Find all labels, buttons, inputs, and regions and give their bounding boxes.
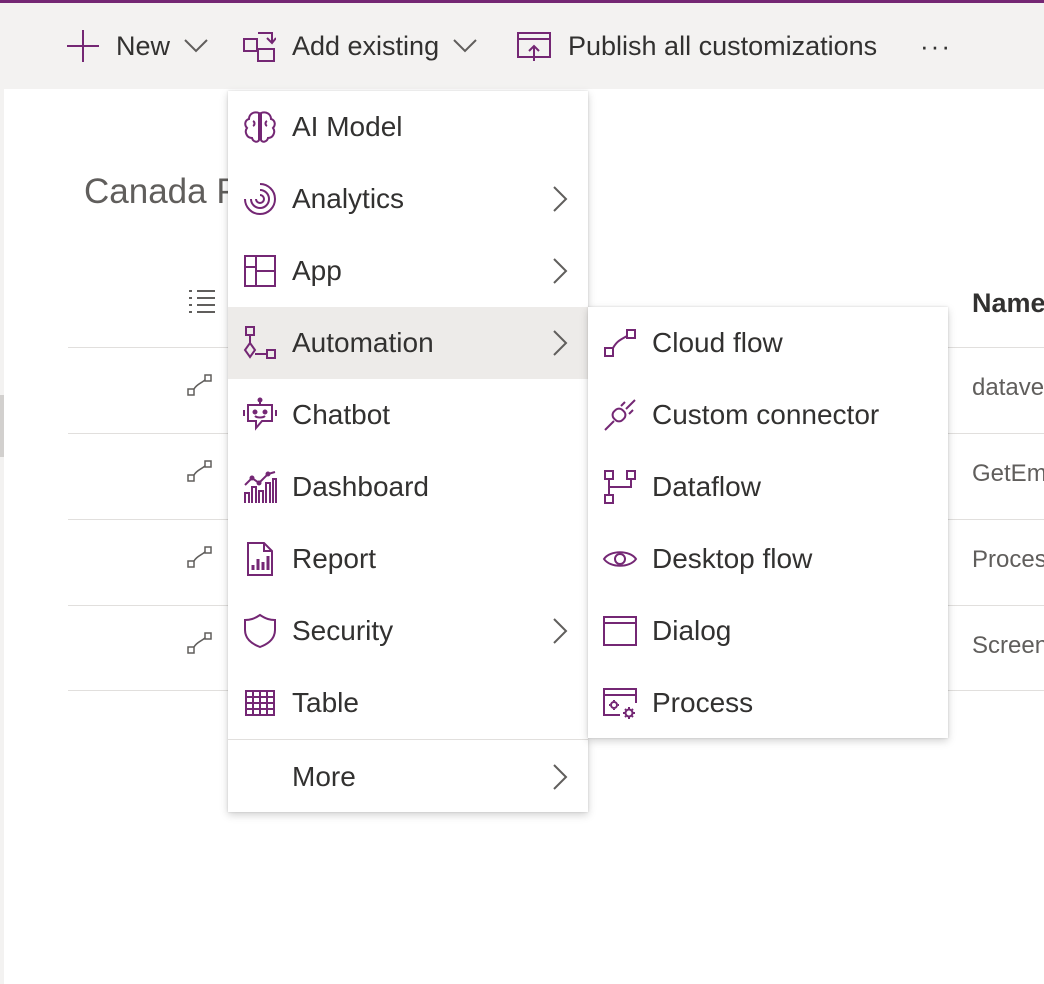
menu-item-ai-model[interactable]: AI Model bbox=[228, 91, 588, 163]
menu-item-label: AI Model bbox=[292, 111, 403, 142]
chevron-down-icon[interactable] bbox=[184, 39, 208, 53]
new-button[interactable]: New bbox=[66, 3, 208, 89]
submenu-item-label: Dataflow bbox=[652, 471, 761, 502]
menu-item-label: Chatbot bbox=[292, 399, 391, 430]
menu-item-label: Report bbox=[292, 543, 377, 574]
chevron-right-icon bbox=[552, 617, 568, 650]
table-row-name[interactable]: datave bbox=[972, 374, 1044, 402]
shield-icon bbox=[242, 613, 278, 649]
chevron-right-icon bbox=[552, 329, 568, 362]
add-existing-label: Add existing bbox=[292, 30, 440, 61]
menu-item-label: More bbox=[292, 761, 356, 792]
chevron-right-icon bbox=[552, 763, 568, 796]
menu-item-table[interactable]: Table bbox=[228, 667, 588, 739]
add-existing-icon bbox=[242, 29, 276, 63]
menu-item-label: Table bbox=[292, 687, 359, 718]
submenu-item-label: Desktop flow bbox=[652, 543, 813, 574]
cloud-flow-icon bbox=[187, 374, 213, 401]
menu-item-more[interactable]: More bbox=[228, 741, 588, 813]
dashboard-icon bbox=[242, 469, 278, 505]
window-icon bbox=[602, 613, 638, 649]
publish-all-label: Publish all customizations bbox=[568, 30, 878, 61]
menu-item-label: Security bbox=[292, 615, 394, 646]
submenu-item-label: Custom connector bbox=[652, 399, 880, 430]
automation-icon bbox=[242, 325, 278, 361]
menu-item-automation[interactable]: Automation bbox=[228, 307, 588, 379]
column-header-name[interactable]: Name bbox=[972, 288, 1044, 319]
submenu-item-desktop-flow[interactable]: Desktop flow bbox=[588, 523, 948, 595]
chevron-down-icon[interactable] bbox=[453, 39, 477, 53]
publish-icon bbox=[516, 29, 552, 63]
page-title: Canada P bbox=[84, 172, 240, 211]
menu-item-report[interactable]: Report bbox=[228, 523, 588, 595]
menu-item-label: Automation bbox=[292, 327, 434, 358]
report-icon bbox=[242, 541, 278, 577]
menu-item-label: Analytics bbox=[292, 183, 405, 214]
add-existing-button[interactable]: Add existing bbox=[242, 3, 477, 89]
menu-divider bbox=[228, 739, 588, 740]
automation-submenu: Cloud flow Custom connector Dataflow Des… bbox=[588, 307, 948, 738]
publish-all-button[interactable]: Publish all customizations bbox=[516, 3, 877, 89]
submenu-item-cloud-flow[interactable]: Cloud flow bbox=[588, 307, 948, 379]
left-nav-edge bbox=[0, 3, 4, 984]
command-bar: New Add existing Publish all customizati… bbox=[4, 3, 1044, 89]
submenu-item-label: Process bbox=[652, 687, 754, 718]
add-existing-menu: AI Model Analytics App Automation Chatbo… bbox=[228, 91, 588, 812]
new-button-label: New bbox=[116, 30, 171, 61]
plug-icon bbox=[602, 397, 638, 433]
menu-item-dashboard[interactable]: Dashboard bbox=[228, 451, 588, 523]
ai-model-icon bbox=[242, 109, 278, 145]
cloud-flow-icon bbox=[187, 460, 213, 487]
chevron-right-icon bbox=[552, 185, 568, 218]
table-row-name[interactable]: GetEm bbox=[972, 460, 1044, 488]
app-icon bbox=[242, 253, 278, 289]
menu-item-analytics[interactable]: Analytics bbox=[228, 163, 588, 235]
submenu-item-dialog[interactable]: Dialog bbox=[588, 595, 948, 667]
cloud-flow-icon bbox=[187, 632, 213, 659]
submenu-item-label: Dialog bbox=[652, 615, 732, 646]
cloud-flow-icon bbox=[187, 546, 213, 573]
chatbot-icon bbox=[242, 397, 278, 433]
table-row-name[interactable]: Screen bbox=[972, 632, 1044, 660]
submenu-item-custom-connector[interactable]: Custom connector bbox=[588, 379, 948, 451]
dataflow-icon bbox=[602, 469, 638, 505]
menu-item-app[interactable]: App bbox=[228, 235, 588, 307]
list-view-icon[interactable] bbox=[187, 288, 217, 321]
left-nav-indicator bbox=[0, 395, 4, 457]
menu-item-chatbot[interactable]: Chatbot bbox=[228, 379, 588, 451]
more-options-button[interactable]: ··· bbox=[920, 3, 952, 89]
menu-item-label: App bbox=[292, 255, 342, 286]
cloud-flow-icon bbox=[602, 325, 638, 361]
submenu-item-dataflow[interactable]: Dataflow bbox=[588, 451, 948, 523]
ellipsis-icon: ··· bbox=[920, 30, 952, 61]
eye-icon bbox=[602, 541, 638, 577]
menu-item-label: Dashboard bbox=[292, 471, 429, 502]
analytics-icon bbox=[242, 181, 278, 217]
plus-icon bbox=[66, 29, 100, 63]
table-row-name[interactable]: Process bbox=[972, 546, 1044, 574]
submenu-item-label: Cloud flow bbox=[652, 327, 783, 358]
chevron-right-icon bbox=[552, 257, 568, 290]
menu-item-security[interactable]: Security bbox=[228, 595, 588, 667]
table-icon bbox=[242, 685, 278, 721]
submenu-item-process[interactable]: Process bbox=[588, 667, 948, 739]
process-gear-icon bbox=[602, 685, 638, 721]
